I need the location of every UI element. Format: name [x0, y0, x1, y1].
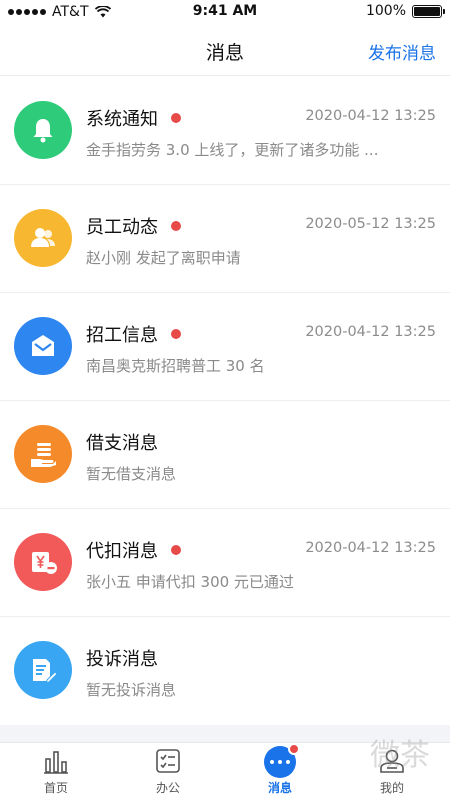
message-subtitle: 暂无投诉消息	[86, 681, 177, 699]
unread-dot	[171, 329, 181, 339]
message-item-recruit[interactable]: 招工信息 2020-04-12 13:25 南昌奥克斯招聘普工 30 名	[0, 293, 450, 401]
message-title: 员工动态	[86, 217, 158, 238]
tab-label: 首页	[43, 781, 68, 795]
battery-icon	[412, 4, 445, 18]
publish-message-button[interactable]: 发布消息	[368, 39, 436, 64]
message-item-loan[interactable]: 借支消息 暂无借支消息	[0, 401, 450, 509]
nav-bar: 消息 发布消息	[0, 24, 450, 76]
message-item-system[interactable]: 系统通知 2020-04-12 13:25 金手指劳务 3.0 上线了，更新了诸…	[0, 77, 450, 185]
document-edit-icon	[14, 641, 72, 699]
message-title: 代扣消息	[86, 541, 158, 562]
message-time: 2020-04-12 13:25	[305, 324, 436, 340]
battery-percent: 100%	[365, 3, 406, 19]
watermark: 微茶	[370, 738, 430, 773]
unread-dot	[171, 221, 181, 231]
unread-dot	[171, 545, 181, 555]
unread-dot	[171, 113, 181, 123]
status-bar: AT&T 9:41 AM 100%	[0, 0, 450, 24]
hand-coin-icon	[14, 425, 72, 483]
tab-label: 办公	[155, 781, 180, 795]
message-title: 招工信息	[86, 325, 158, 346]
message-item-deduct[interactable]: 代扣消息 2020-04-12 13:25 张小五 申请代扣 300 元已通过	[0, 509, 450, 617]
message-time: 2020-04-12 13:25	[305, 540, 436, 556]
tab-home[interactable]: 首页	[0, 743, 112, 800]
message-subtitle: 南昌奥克斯招聘普工 30 名	[86, 357, 265, 375]
bar-chart-icon	[42, 747, 70, 775]
message-time: 2020-05-12 13:25	[305, 216, 436, 232]
message-title: 投诉消息	[86, 649, 158, 670]
checklist-icon	[154, 747, 182, 775]
message-subtitle: 张小五 申请代扣 300 元已通过	[86, 573, 294, 591]
message-title: 借支消息	[86, 433, 158, 454]
tab-office[interactable]: 办公	[112, 743, 224, 800]
message-subtitle: 赵小刚 发起了离职申请	[86, 249, 241, 267]
people-icon	[14, 209, 72, 267]
message-subtitle: 金手指劳务 3.0 上线了，更新了诸多功能 ...	[86, 141, 379, 159]
message-time: 2020-04-12 13:25	[305, 108, 436, 124]
message-subtitle: 暂无借支消息	[86, 465, 177, 483]
status-right: 100%	[365, 3, 445, 19]
envelope-icon	[14, 317, 72, 375]
yuan-minus-icon	[14, 533, 72, 591]
message-item-staff[interactable]: 员工动态 2020-05-12 13:25 赵小刚 发起了离职申请	[0, 185, 450, 293]
tab-label: 我的	[379, 781, 404, 795]
tab-label: 消息	[267, 781, 292, 795]
tab-messages[interactable]: 消息	[224, 743, 336, 800]
message-title: 系统通知	[86, 109, 158, 130]
message-list: 系统通知 2020-04-12 13:25 金手指劳务 3.0 上线了，更新了诸…	[0, 77, 450, 725]
notification-badge	[288, 743, 300, 755]
bell-icon	[14, 101, 72, 159]
message-item-complaint[interactable]: 投诉消息 暂无投诉消息	[0, 617, 450, 725]
